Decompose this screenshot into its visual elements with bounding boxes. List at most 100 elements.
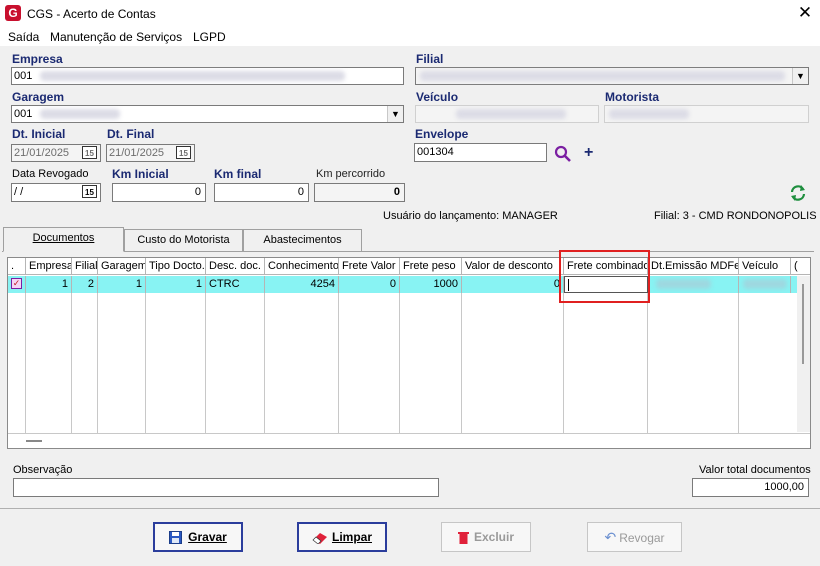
veiculo-field[interactable] xyxy=(415,105,599,123)
empresa-blurred-name xyxy=(40,71,345,81)
empresa-field[interactable]: 001 xyxy=(11,67,404,85)
grid-cell-veiculo[interactable] xyxy=(739,276,791,293)
grid-cell-frete-peso[interactable]: 1000 xyxy=(400,276,462,293)
km-final-field[interactable]: 0 xyxy=(214,183,309,202)
scrollbar-thumb[interactable] xyxy=(802,284,804,364)
grid-column-line xyxy=(399,293,400,433)
km-inicial-label: Km Inicial xyxy=(112,167,169,181)
search-icon[interactable] xyxy=(554,145,571,162)
grid-header[interactable]: Desc. doc. xyxy=(206,258,265,275)
grid-cell-valor-desconto[interactable]: 0 xyxy=(462,276,564,293)
garagem-value: 001 xyxy=(14,108,33,120)
grid-column-line xyxy=(264,293,265,433)
grid-column-line xyxy=(71,293,72,433)
grid-column-line xyxy=(338,293,339,433)
app-logo-icon: G xyxy=(5,5,21,21)
envelope-field[interactable]: 001304 xyxy=(414,143,547,162)
motorista-field[interactable] xyxy=(604,105,809,123)
grid-header[interactable]: Frete Valor xyxy=(339,258,400,275)
motorista-label: Motorista xyxy=(605,90,659,104)
grid-cell-filial[interactable]: 2 xyxy=(72,276,98,293)
veiculo-cell-blurred xyxy=(743,279,787,289)
excluir-button[interactable]: Excluir xyxy=(441,522,531,552)
row-select-cell[interactable]: ✓ xyxy=(8,276,26,293)
row-checkbox[interactable]: ✓ xyxy=(11,278,22,289)
garagem-select[interactable]: 001 ▼ xyxy=(11,105,404,123)
grid-cell-empresa[interactable]: 1 xyxy=(26,276,72,293)
grid-cell-garagem[interactable]: 1 xyxy=(98,276,146,293)
documents-grid[interactable]: . Empresa Filial Garagem Tipo Docto. Des… xyxy=(7,257,811,449)
grid-cell-desc-doc[interactable]: CTRC xyxy=(206,276,265,293)
grid-header[interactable]: Frete peso xyxy=(400,258,462,275)
tab-documentos[interactable]: Documentos xyxy=(3,227,124,252)
grid-header[interactable]: Veículo xyxy=(739,258,791,275)
grid-column-line xyxy=(25,293,26,433)
add-icon[interactable]: + xyxy=(584,144,593,162)
grid-header[interactable]: . xyxy=(8,258,26,275)
km-percorrido-label: Km percorrido xyxy=(316,168,386,180)
veiculo-blurred-value xyxy=(456,109,566,119)
km-final-label: Km final xyxy=(214,167,262,181)
dt-final-field[interactable]: 21/01/2025 15 xyxy=(106,144,195,162)
grid-header[interactable]: ( xyxy=(791,258,810,275)
veiculo-label: Veículo xyxy=(416,90,459,104)
grid-header[interactable]: Empresa xyxy=(26,258,72,275)
chevron-down-icon[interactable]: ▼ xyxy=(387,106,403,122)
observacao-label: Observação xyxy=(13,464,73,476)
dt-inicial-field[interactable]: 21/01/2025 15 xyxy=(11,144,101,162)
grid-cell-tipo-docto[interactable]: 1 xyxy=(146,276,206,293)
valor-total-field: 1000,00 xyxy=(692,478,809,497)
filial-select[interactable]: ▼ xyxy=(415,67,809,85)
excluir-label: Excluir xyxy=(473,530,515,544)
trash-icon xyxy=(457,532,469,545)
grid-column-line xyxy=(145,293,146,433)
menu-bar: Saída Manutenção de Serviços LGPD xyxy=(0,28,820,46)
observacao-field[interactable] xyxy=(13,478,439,497)
tab-custo-motorista[interactable]: Custo do Motorista xyxy=(124,229,243,251)
grid-header[interactable]: Dt.Emissão MDFe xyxy=(648,258,739,275)
menu-lgpd[interactable]: LGPD xyxy=(193,28,226,46)
calendar-icon[interactable]: 15 xyxy=(82,146,97,159)
grid-column-line xyxy=(205,293,206,433)
grid-cell-dt-emissao-mdfe[interactable] xyxy=(648,276,739,293)
grid-column-line xyxy=(461,293,462,433)
data-revogado-field[interactable]: / / 15 xyxy=(11,183,101,202)
km-percorrido-field: 0 xyxy=(314,183,405,202)
grid-header[interactable]: Tipo Docto. xyxy=(146,258,206,275)
grid-footer-line xyxy=(8,433,810,434)
refresh-icon[interactable] xyxy=(789,184,807,202)
resize-handle[interactable] xyxy=(26,440,42,442)
close-icon[interactable]: ✕ xyxy=(795,3,815,23)
grid-cell-conhecimento[interactable]: 4254 xyxy=(265,276,339,293)
calendar-icon[interactable]: 15 xyxy=(82,185,97,198)
empresa-value: 001 xyxy=(14,70,33,82)
footer-divider xyxy=(0,508,820,509)
gravar-button[interactable]: Gravar xyxy=(153,522,243,552)
save-icon xyxy=(169,531,183,545)
garagem-label: Garagem xyxy=(12,90,65,104)
garagem-blurred-name xyxy=(40,109,120,119)
km-inicial-field[interactable]: 0 xyxy=(112,183,206,202)
grid-header[interactable]: Filial xyxy=(72,258,98,275)
eraser-icon xyxy=(312,533,327,545)
revogar-button[interactable]: ↶ Revogar xyxy=(587,522,682,552)
grid-cell-frete-valor[interactable]: 0 xyxy=(339,276,400,293)
dt-final-label: Dt. Final xyxy=(107,127,155,141)
menu-saida[interactable]: Saída xyxy=(8,28,39,46)
chevron-down-icon[interactable]: ▼ xyxy=(792,68,808,84)
vertical-scrollbar[interactable] xyxy=(797,276,810,432)
dt-final-value: 21/01/2025 xyxy=(109,147,165,159)
grid-header[interactable]: Conhecimento xyxy=(265,258,339,275)
tab-abastecimentos[interactable]: Abastecimentos xyxy=(243,229,362,251)
grid-header[interactable]: Garagem xyxy=(98,258,146,275)
grid-column-line xyxy=(647,293,648,433)
menu-manutencao-servicos[interactable]: Manutenção de Serviços xyxy=(50,28,182,46)
grid-header[interactable]: Valor de desconto xyxy=(462,258,564,275)
gravar-label: Gravar xyxy=(188,530,227,544)
limpar-button[interactable]: Limpar xyxy=(297,522,387,552)
filial-blurred-name xyxy=(420,71,785,81)
envelope-label: Envelope xyxy=(415,127,469,141)
data-revogado-value: / / xyxy=(14,186,24,198)
valor-total-label: Valor total documentos xyxy=(699,464,811,476)
calendar-icon[interactable]: 15 xyxy=(176,146,191,159)
